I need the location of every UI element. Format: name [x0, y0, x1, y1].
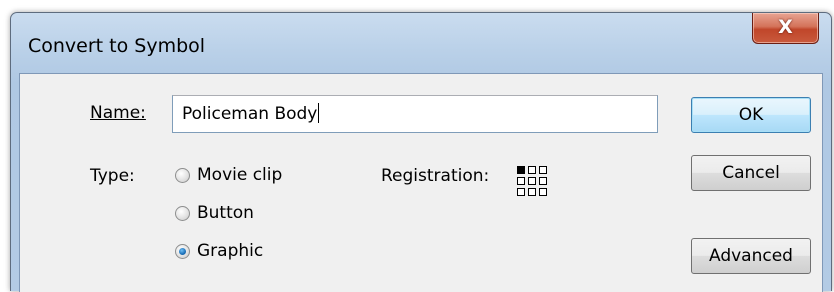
- registration-point-top-left[interactable]: [517, 166, 525, 174]
- text-caret: [318, 103, 320, 123]
- dialog-title: Convert to Symbol: [28, 35, 206, 57]
- type-label-text: Type:: [90, 166, 135, 186]
- registration-point-middle-left[interactable]: [517, 177, 525, 185]
- registration-point-bottom-right[interactable]: [539, 188, 547, 196]
- cancel-button[interactable]: Cancel: [691, 155, 811, 191]
- registration-point-bottom-left[interactable]: [517, 188, 525, 196]
- name-label: Name:: [90, 103, 146, 123]
- registration-label: Registration:: [381, 166, 489, 186]
- registration-grid[interactable]: [517, 166, 553, 202]
- close-icon: X: [778, 16, 793, 38]
- radio-circle-button[interactable]: [175, 205, 190, 221]
- registration-point-center[interactable]: [528, 177, 536, 185]
- close-button[interactable]: X: [752, 13, 819, 44]
- title-bar[interactable]: Convert to Symbol X: [11, 13, 831, 73]
- convert-to-symbol-dialog: Convert to Symbol X Name: Policeman Body…: [10, 12, 832, 292]
- registration-point-top-center[interactable]: [528, 166, 536, 174]
- name-input-value: Policeman Body: [182, 104, 318, 124]
- radio-circle-graphic[interactable]: [175, 243, 190, 259]
- radio-circle-movie-clip[interactable]: [175, 167, 190, 183]
- name-input[interactable]: Policeman Body: [172, 95, 658, 133]
- registration-point-bottom-center[interactable]: [528, 188, 536, 196]
- radio-movie-clip[interactable]: Movie clip: [175, 163, 282, 187]
- radio-label-button: Button: [197, 203, 254, 223]
- registration-label-text: Registration:: [381, 166, 490, 186]
- name-label-text: Name:: [90, 103, 146, 123]
- dialog-body: Name: Policeman Body Type: Movie clip Bu…: [19, 73, 823, 292]
- radio-label-movie-clip: Movie clip: [197, 165, 283, 185]
- radio-button[interactable]: Button: [175, 201, 254, 225]
- type-label: Type:: [90, 166, 135, 186]
- radio-graphic[interactable]: Graphic: [175, 239, 263, 263]
- registration-point-middle-right[interactable]: [539, 177, 547, 185]
- radio-label-graphic: Graphic: [197, 241, 264, 261]
- advanced-button[interactable]: Advanced: [691, 238, 811, 274]
- ok-button[interactable]: OK: [691, 97, 811, 133]
- registration-point-top-right[interactable]: [539, 166, 547, 174]
